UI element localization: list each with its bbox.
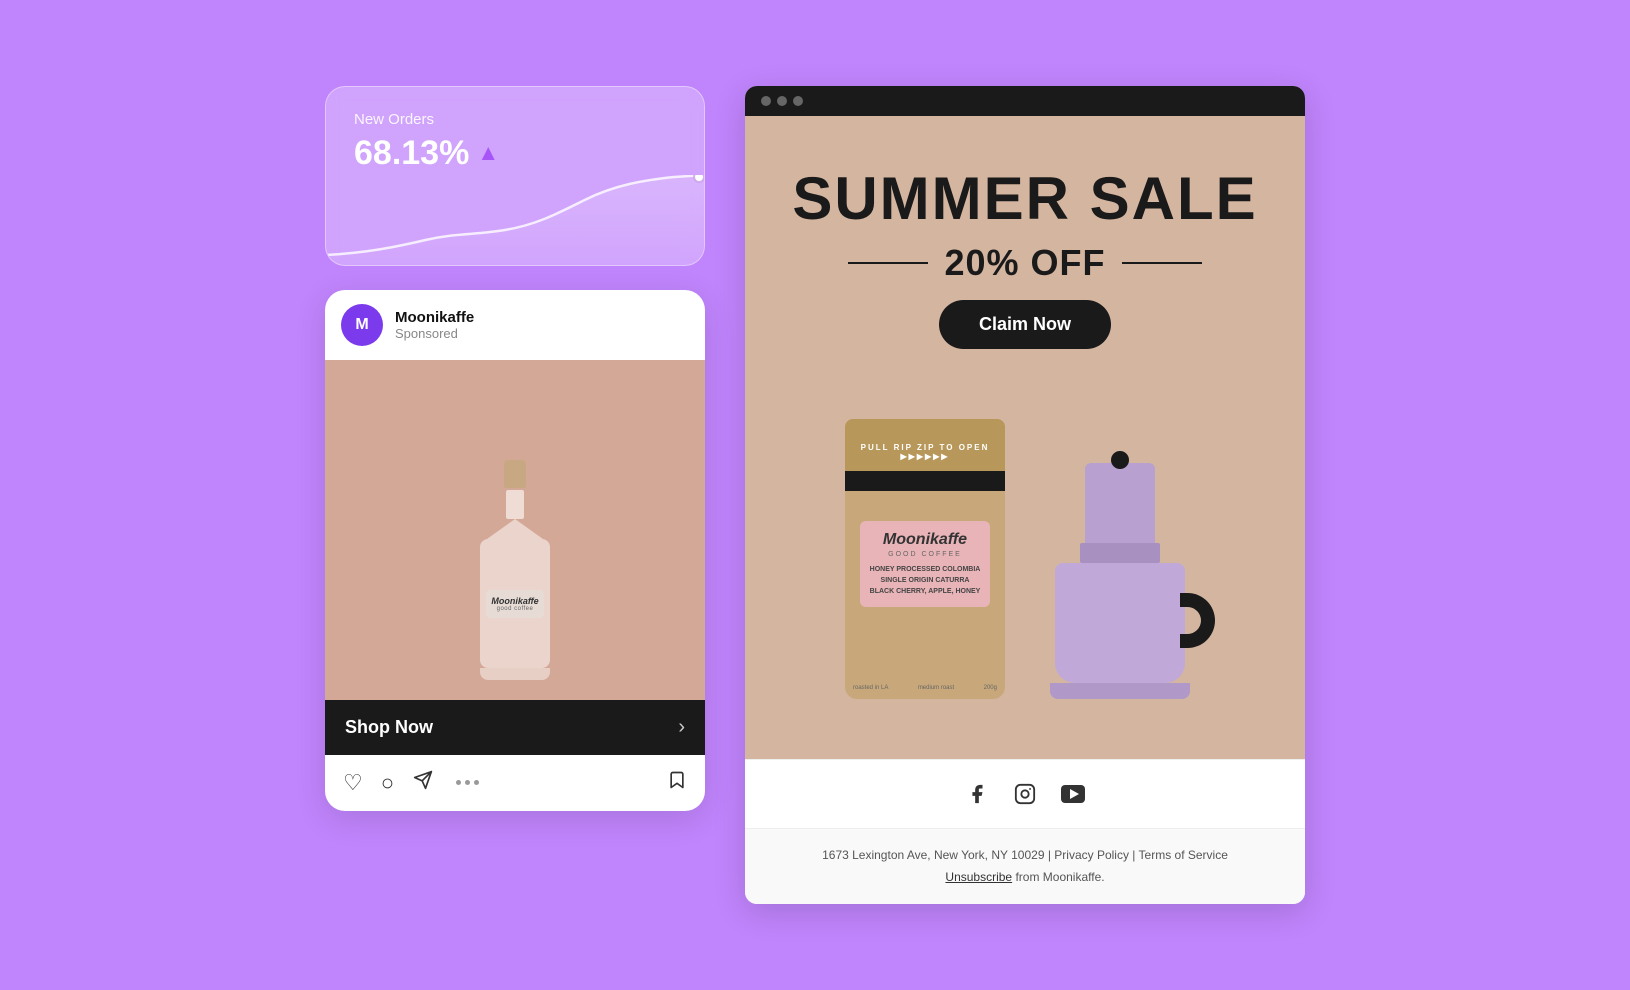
shop-now-label: Shop Now — [345, 717, 433, 738]
social-actions: ♡ ○ — [325, 755, 705, 811]
bottle-shoulder — [487, 519, 543, 539]
bag-detail-2: SINGLE ORIGIN CATURRA — [868, 575, 982, 586]
bag-details: HONEY PROCESSED COLOMBIA SINGLE ORIGIN C… — [868, 564, 982, 598]
bottle-illustration: Moonikaffe good coffee — [475, 460, 555, 680]
trend-chart — [326, 175, 704, 265]
percent-off: 20% OFF — [944, 242, 1105, 284]
divider-right — [1122, 262, 1202, 264]
bottle-cap — [504, 460, 526, 488]
coffee-bag-illustration: PULL RIP ZIP TO OPEN ▶▶▶▶▶▶ PRESS TO RES… — [845, 419, 1005, 699]
email-card: SUMMER SALE 20% OFF Claim Now PULL RIP Z… — [745, 86, 1305, 904]
divider-left — [848, 262, 928, 264]
analytics-card: New Orders 68.13% ▲ — [325, 86, 705, 266]
moka-knob — [1111, 451, 1129, 469]
footer-address: 1673 Lexington Ave, New York, NY 10029 |… — [769, 845, 1281, 867]
shop-now-button[interactable]: Shop Now › — [325, 700, 705, 755]
left-column: New Orders 68.13% ▲ — [325, 86, 705, 811]
bottle-label: Moonikaffe good coffee — [486, 590, 544, 618]
bag-roast: roasted in LA — [853, 685, 888, 691]
youtube-icon[interactable] — [1059, 780, 1087, 808]
social-card-image: Moonikaffe good coffee — [325, 360, 705, 700]
bag-detail-1: HONEY PROCESSED COLOMBIA — [868, 564, 982, 575]
comment-icon[interactable]: ○ — [381, 770, 394, 796]
analytics-number: 68.13% — [354, 134, 469, 173]
bottle-sub: good coffee — [490, 606, 540, 612]
email-hero: SUMMER SALE 20% OFF Claim Now PULL RIP Z… — [745, 116, 1305, 759]
bag-sub: good coffee — [868, 551, 982, 558]
share-icon[interactable] — [412, 770, 434, 796]
main-container: New Orders 68.13% ▲ — [285, 46, 1345, 944]
email-products: PULL RIP ZIP TO OPEN ▶▶▶▶▶▶ PRESS TO RES… — [785, 379, 1265, 719]
bottle-brand: Moonikaffe — [490, 596, 540, 606]
divider-row: 20% OFF — [785, 242, 1265, 284]
user-info: Moonikaffe Sponsored — [395, 309, 474, 341]
browser-dot-1 — [761, 96, 771, 106]
facebook-icon[interactable] — [963, 780, 991, 808]
browser-dot-2 — [777, 96, 787, 106]
bag-brand: Moonikaffe — [868, 531, 982, 549]
bookmark-icon[interactable] — [667, 769, 687, 797]
avatar: M — [341, 304, 383, 346]
instagram-icon[interactable] — [1011, 780, 1039, 808]
social-card: M Moonikaffe Sponsored Moonikaffe — [325, 290, 705, 811]
email-footer: 1673 Lexington Ave, New York, NY 10029 |… — [745, 828, 1305, 904]
footer-social — [745, 759, 1305, 828]
bottle-bottom — [480, 668, 550, 680]
bag-footer: roasted in LA medium roast 200g — [845, 677, 1005, 699]
moka-top — [1085, 463, 1155, 543]
user-name: Moonikaffe — [395, 309, 474, 326]
dot-3 — [474, 780, 479, 785]
bag-medium: medium roast — [918, 685, 954, 691]
analytics-label: New Orders — [354, 111, 676, 128]
footer-unsub-row: Unsubscribe from Moonikaffe. — [769, 867, 1281, 889]
analytics-arrow: ▲ — [477, 140, 499, 166]
bag-weight: 200g — [984, 685, 997, 691]
bottle-neck — [506, 490, 524, 520]
browser-bar — [745, 86, 1305, 116]
user-sub: Sponsored — [395, 326, 474, 341]
heart-icon[interactable]: ♡ — [343, 770, 363, 796]
dot-1 — [456, 780, 461, 785]
social-card-header: M Moonikaffe Sponsored — [325, 290, 705, 360]
chart-area — [326, 175, 704, 265]
moka-mid — [1080, 543, 1160, 563]
cta-arrow-icon: › — [678, 716, 685, 739]
analytics-value: 68.13% ▲ — [354, 134, 676, 173]
email-headline-1: SUMMER SALE — [785, 166, 1265, 232]
browser-dot-3 — [793, 96, 803, 106]
dot-2 — [465, 780, 470, 785]
bottle-body: Moonikaffe good coffee — [480, 539, 550, 668]
bag-zip-text: PULL RIP ZIP TO OPEN ▶▶▶▶▶▶ — [845, 437, 1005, 461]
footer-unsub-suffix: from Moonikaffe. — [1012, 870, 1104, 884]
coffee-bag-label: Moonikaffe good coffee HONEY PROCESSED C… — [860, 521, 990, 608]
unsubscribe-link[interactable]: Unsubscribe — [945, 870, 1012, 884]
moka-pot-illustration — [1035, 399, 1205, 699]
moka-handle — [1180, 593, 1215, 648]
bottle-container: Moonikaffe good coffee — [475, 360, 555, 700]
claim-now-button[interactable]: Claim Now — [939, 300, 1111, 349]
more-dots[interactable] — [456, 780, 479, 785]
moka-bottom — [1055, 563, 1185, 683]
bag-detail-3: BLACK CHERRY, APPLE, HONEY — [868, 586, 982, 597]
moka-base — [1050, 683, 1190, 699]
coffee-bag-top: PULL RIP ZIP TO OPEN ▶▶▶▶▶▶ — [845, 419, 1005, 479]
